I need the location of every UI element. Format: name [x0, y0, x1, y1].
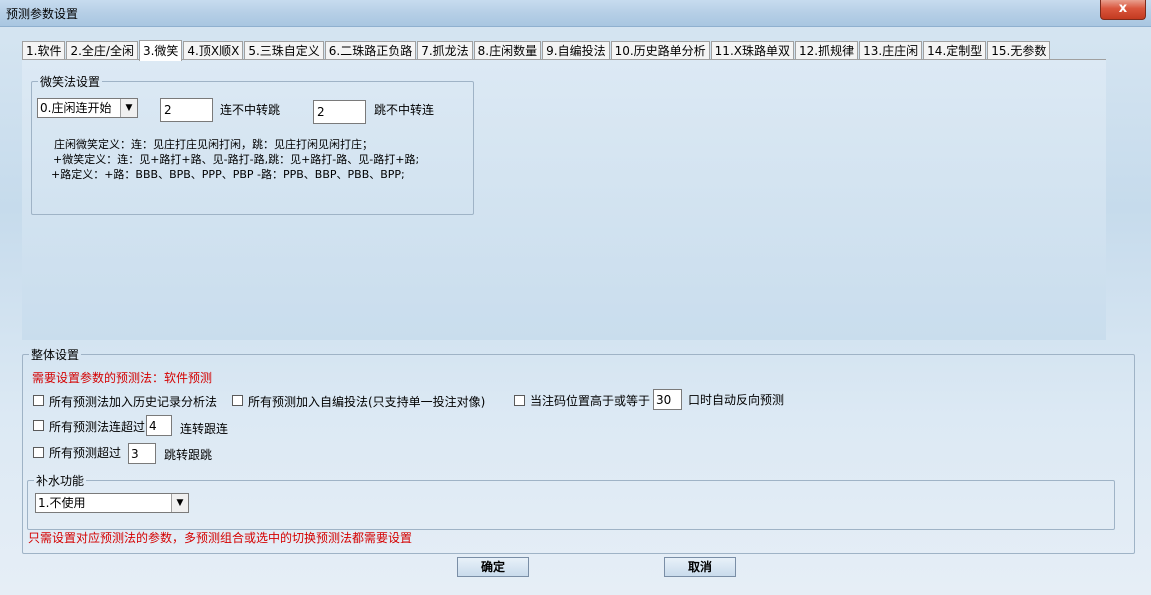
history-analysis-label: 所有预测法加入历史记录分析法 — [49, 395, 218, 409]
tab-8[interactable]: 8.庄闲数量 — [473, 41, 542, 60]
tab-2[interactable]: 2.全庄/全闲 — [66, 41, 138, 60]
start-mode-value: 0.庄闲连开始 — [40, 101, 112, 115]
lian-miss-label: 连不中转跳 — [220, 103, 281, 117]
start-mode-select[interactable]: 0.庄闲连开始 ▼ — [37, 98, 138, 118]
tab-4[interactable]: 4.顶X顺X — [183, 41, 244, 60]
lian-follow-prefix: 所有预测法连超过 — [49, 420, 146, 434]
footer-notice: 只需设置对应预测法的参数，多预测组合或选中的切换预测法都需要设置 — [28, 531, 413, 545]
notice-text: 需要设置参数的预测法：软件预测 — [32, 371, 213, 385]
tab-1[interactable]: 1.软件 — [22, 41, 66, 60]
history-analysis-checkbox[interactable] — [33, 395, 44, 406]
tab-strip: 1.软件 2.全庄/全闲 3.微笑 4.顶X顺X 5.三珠自定义 6.二珠路正负路 7.抓龙… — [22, 40, 1051, 61]
tab-12[interactable]: 12.抓规律 — [794, 41, 859, 60]
tab-15[interactable]: 15.无参数 — [987, 41, 1051, 60]
auto-reverse-suffix: 口时自动反向预测 — [688, 393, 785, 407]
tab-14[interactable]: 14.定制型 — [923, 41, 987, 60]
smile-definition-line-3: +路定义：+路：BBB、BPB、PPP、PBP -路：PPB、BBP、PBB、B… — [51, 168, 405, 181]
water-function-select[interactable]: 1.不使用 ▼ — [35, 493, 189, 513]
lian-miss-input[interactable] — [160, 98, 213, 122]
smile-group-title: 微笑法设置 — [40, 75, 101, 89]
tab-7[interactable]: 7.抓龙法 — [417, 41, 473, 60]
tab-6[interactable]: 6.二珠路正负路 — [324, 41, 417, 60]
water-function-value: 1.不使用 — [38, 496, 86, 510]
custom-bet-label: 所有预测加入自编投法(只支持单一投注对像) — [248, 395, 486, 409]
close-button[interactable]: x — [1100, 0, 1146, 20]
cancel-button[interactable]: 取消 — [664, 557, 736, 577]
tiao-follow-prefix: 所有预测超过 — [49, 446, 122, 460]
tab-5[interactable]: 5.三珠自定义 — [244, 41, 324, 60]
tiao-miss-label: 跳不中转连 — [374, 103, 435, 117]
lian-follow-suffix: 连转跟连 — [180, 422, 229, 436]
auto-reverse-prefix: 当注码位置高于或等于 — [530, 394, 651, 408]
custom-bet-checkbox[interactable] — [232, 395, 243, 406]
water-function-group: 补水功能 — [27, 472, 1115, 530]
auto-reverse-checkbox[interactable] — [514, 395, 525, 406]
tiao-follow-checkbox[interactable] — [33, 447, 44, 458]
smile-definition-line-1: 庄闲微笑定义：连：见庄打庄见闲打闲，跳：见庄打闲见闲打庄； — [54, 138, 373, 151]
tiao-miss-input[interactable] — [313, 100, 366, 124]
tab-13[interactable]: 13.庄庄闲 — [859, 41, 923, 60]
chevron-down-icon[interactable]: ▼ — [120, 99, 137, 117]
overall-group-title: 整体设置 — [31, 348, 80, 362]
tab-3[interactable]: 3.微笑 — [138, 40, 183, 61]
water-group-title: 补水功能 — [36, 474, 85, 488]
tab-9[interactable]: 9.自编投法 — [542, 41, 610, 60]
close-icon: x — [1118, 1, 1128, 16]
window-title: 预测参数设置 — [6, 7, 79, 21]
tiao-follow-input[interactable] — [128, 443, 156, 464]
title-bar: 预测参数设置 x — [0, 0, 1151, 27]
auto-reverse-input[interactable] — [653, 389, 682, 410]
tab-10[interactable]: 10.历史路单分析 — [610, 41, 710, 60]
lian-follow-checkbox[interactable] — [33, 420, 44, 431]
tiao-follow-suffix: 跳转跟跳 — [164, 448, 213, 462]
tab-11[interactable]: 11.X珠路单双 — [710, 41, 794, 60]
lian-follow-input[interactable] — [146, 415, 172, 436]
smile-definition-line-2: +微笑定义：连：见+路打+路、见-路打-路,跳：见+路打-路、见-路打+路; — [53, 153, 420, 166]
ok-button[interactable]: 确定 — [457, 557, 529, 577]
chevron-down-icon[interactable]: ▼ — [171, 494, 188, 512]
